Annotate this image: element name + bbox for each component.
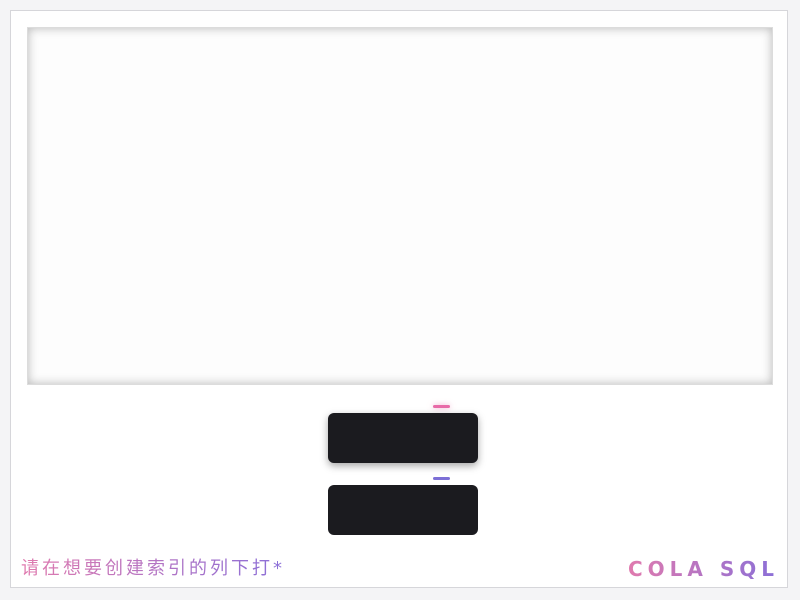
app-window: 请在想要创建索引的列下打* COLA SQL bbox=[10, 10, 788, 588]
index-hint-text: 请在想要创建索引的列下打* bbox=[21, 558, 285, 579]
accent-indicator-pink bbox=[433, 405, 450, 408]
accent-indicator-purple bbox=[433, 477, 450, 480]
primary-action-button[interactable] bbox=[328, 413, 478, 463]
preview-panel bbox=[27, 27, 773, 385]
brand-logo: COLA SQL bbox=[627, 557, 779, 581]
secondary-action-button[interactable] bbox=[328, 485, 478, 535]
